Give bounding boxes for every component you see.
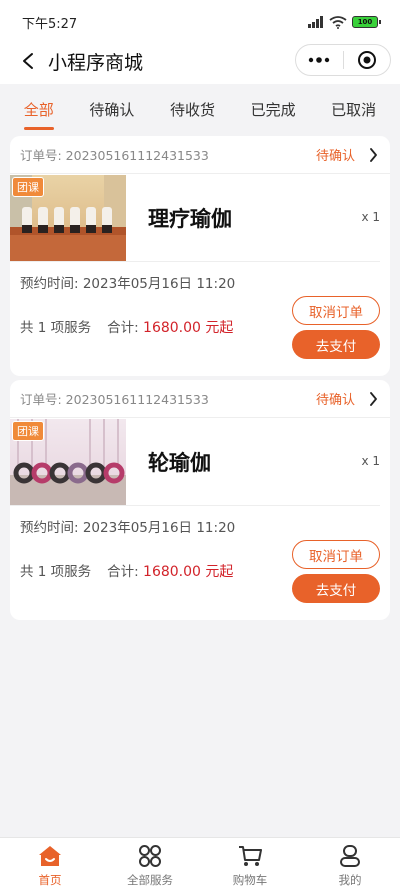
signal-icon: [308, 16, 323, 28]
tabbar-item-all-services[interactable]: 全部服务: [100, 838, 200, 893]
target-icon: [357, 51, 376, 69]
pay-button[interactable]: 去支付: [292, 574, 380, 603]
close-miniprogram-button[interactable]: [344, 45, 391, 75]
wifi-icon: [329, 15, 347, 29]
order-summary: 共 1 项服务 合计: 1680.00 元起: [20, 316, 233, 337]
appointment-time: 预约时间: 2023年05月16日 11:20: [20, 520, 236, 536]
group-class-tag: 团课: [12, 420, 44, 441]
more-icon: [309, 57, 330, 63]
order-status: 待确认: [315, 393, 355, 408]
order-footer: 共 1 项服务 合计: 1680.00 元起 取消订单 去支付: [10, 296, 390, 376]
order-status: 待确认: [315, 149, 355, 164]
service-count: 共 1 项服务: [20, 564, 92, 580]
total-price: 1680.00 元起: [143, 320, 234, 336]
bottom-tab-bar: 首页 全部服务 购物车 我的: [0, 837, 400, 893]
order-status-tabs: 全部 待确认 待收货 已完成 已取消: [0, 84, 400, 134]
chevron-right-icon[interactable]: [369, 391, 378, 406]
tabbar-label: 我的: [338, 872, 362, 887]
more-button[interactable]: [296, 45, 343, 75]
battery-level: 100: [357, 18, 373, 26]
miniprogram-capsule: [295, 44, 391, 76]
order-card-header: 订单号: 202305161112431533 待确认: [10, 136, 390, 174]
cancel-order-button[interactable]: 取消订单: [292, 540, 380, 569]
service-count: 共 1 项服务: [20, 320, 92, 336]
back-icon[interactable]: [8, 41, 48, 81]
pay-button[interactable]: 去支付: [292, 330, 380, 359]
page-title: 小程序商城: [48, 51, 144, 74]
chevron-right-icon[interactable]: [369, 147, 378, 162]
product-name: 理疗瑜伽: [148, 206, 232, 231]
order-footer: 共 1 项服务 合计: 1680.00 元起 取消订单 去支付: [10, 540, 390, 620]
cancel-order-button[interactable]: 取消订单: [292, 296, 380, 325]
nav-bar: 小程序商城: [0, 38, 400, 84]
total-label: 合计:: [107, 564, 139, 580]
status-icons: 100: [308, 15, 381, 29]
tab-completed[interactable]: 已完成: [247, 93, 300, 126]
cart-icon: [239, 845, 262, 866]
product-quantity: x 1: [361, 454, 380, 468]
user-icon: [340, 844, 360, 867]
product-name: 轮瑜伽: [148, 450, 211, 475]
home-icon: [39, 845, 61, 866]
order-card[interactable]: 订单号: 202305161112431533 待确认: [10, 136, 390, 376]
battery-icon: 100: [352, 16, 381, 28]
tabbar-label: 首页: [38, 872, 62, 887]
tabbar-item-cart[interactable]: 购物车: [200, 838, 300, 893]
order-number: 订单号: 202305161112431533: [20, 392, 209, 407]
product-thumbnail: 团课: [10, 418, 126, 505]
total-price: 1680.00 元起: [143, 564, 234, 580]
total-label: 合计:: [107, 320, 139, 336]
order-number: 订单号: 202305161112431533: [20, 148, 209, 163]
tab-cancelled[interactable]: 已取消: [327, 93, 380, 126]
tab-all[interactable]: 全部: [20, 93, 58, 130]
product-thumbnail: 团课: [10, 174, 126, 261]
grid-icon: [139, 844, 161, 867]
product-row[interactable]: 团课 理疗瑜伽 x 1: [10, 174, 380, 262]
order-summary: 共 1 项服务 合计: 1680.00 元起: [20, 560, 233, 581]
appointment-time: 预约时间: 2023年05月16日 11:20: [20, 276, 236, 292]
group-class-tag: 团课: [12, 176, 44, 197]
tabbar-label: 购物车: [232, 872, 268, 887]
product-quantity: x 1: [361, 210, 380, 224]
tab-pending-receive[interactable]: 待收货: [166, 93, 219, 126]
tab-pending-confirm[interactable]: 待确认: [85, 93, 138, 126]
status-time: 下午5:27: [22, 16, 78, 32]
tabbar-item-mine[interactable]: 我的: [300, 838, 400, 893]
order-card[interactable]: 订单号: 202305161112431533 待确认: [10, 380, 390, 620]
product-row[interactable]: 团课 轮瑜伽 x 1: [10, 418, 380, 506]
tabbar-item-home[interactable]: 首页: [0, 838, 100, 893]
order-card-header: 订单号: 202305161112431533 待确认: [10, 380, 390, 418]
tabbar-label: 全部服务: [127, 872, 173, 887]
